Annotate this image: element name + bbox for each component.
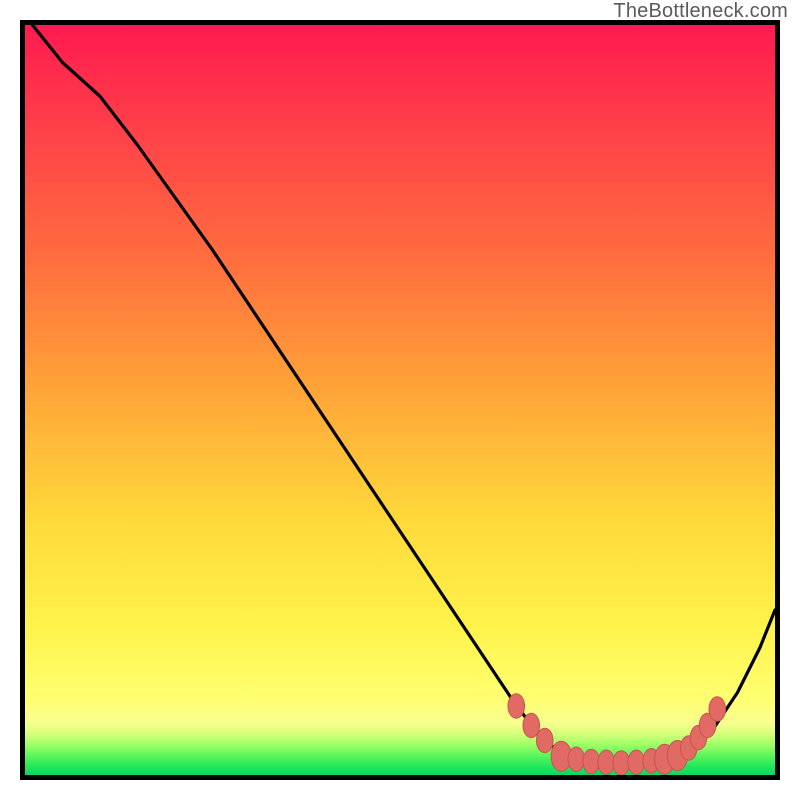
curve-marker xyxy=(598,750,615,774)
plot-area xyxy=(20,20,780,780)
curve-marker xyxy=(628,750,645,774)
curve-marker xyxy=(536,728,553,752)
curve-marker xyxy=(709,697,726,721)
curve-marker xyxy=(613,751,630,775)
curve-marker xyxy=(583,749,600,773)
curve-markers xyxy=(508,694,726,775)
curve-marker xyxy=(568,747,585,771)
bottleneck-curve-svg xyxy=(25,25,775,775)
curve-marker xyxy=(523,713,540,737)
curve-marker xyxy=(508,694,525,718)
chart-frame: TheBottleneck.com xyxy=(0,0,800,800)
bottleneck-curve-path xyxy=(33,25,776,767)
